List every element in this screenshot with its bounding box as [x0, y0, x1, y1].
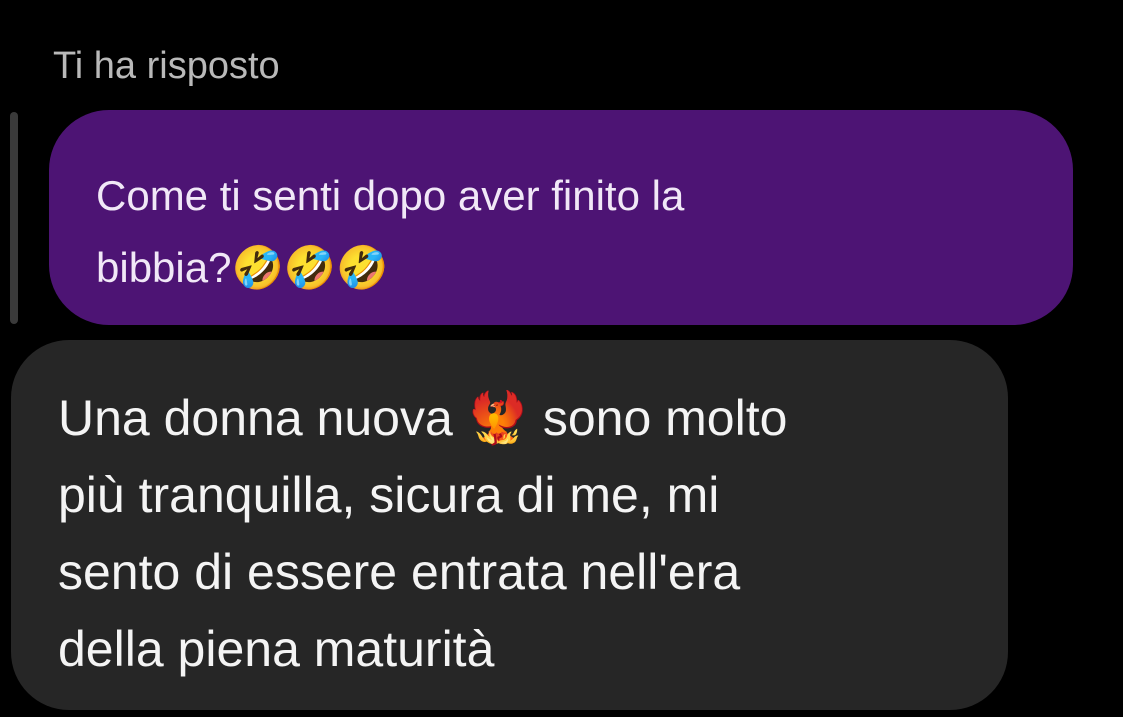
reply-message-line4: della piena maturità	[58, 621, 495, 677]
quoted-message-bubble[interactable]: Come ti senti dopo aver finito la bibbia…	[49, 110, 1073, 325]
rofl-emoji-icon: 🤣🤣🤣	[231, 243, 389, 292]
phoenix-emoji-icon: 🐦‍🔥	[466, 389, 529, 447]
reply-message-part1: Una donna nuova	[58, 390, 467, 446]
reply-message-bubble[interactable]: Una donna nuova 🐦‍🔥 sono molto più tranq…	[11, 340, 1008, 710]
reply-indicator-bar	[10, 112, 18, 324]
reply-message-part2: sono molto	[528, 390, 788, 446]
reply-header-label: Ti ha risposto	[53, 45, 280, 87]
reply-message-text: Una donna nuova 🐦‍🔥 sono molto più tranq…	[58, 380, 968, 688]
quoted-message-line2: bibbia?	[96, 244, 232, 291]
quoted-message-text: Come ti senti dopo aver finito la bibbia…	[96, 160, 1033, 304]
reply-message-line3: sento di essere entrata nell'era	[58, 544, 741, 600]
reply-message-line2: più tranquilla, sicura di me, mi	[58, 467, 720, 523]
quoted-message-line1: Come ti senti dopo aver finito la	[96, 172, 685, 219]
